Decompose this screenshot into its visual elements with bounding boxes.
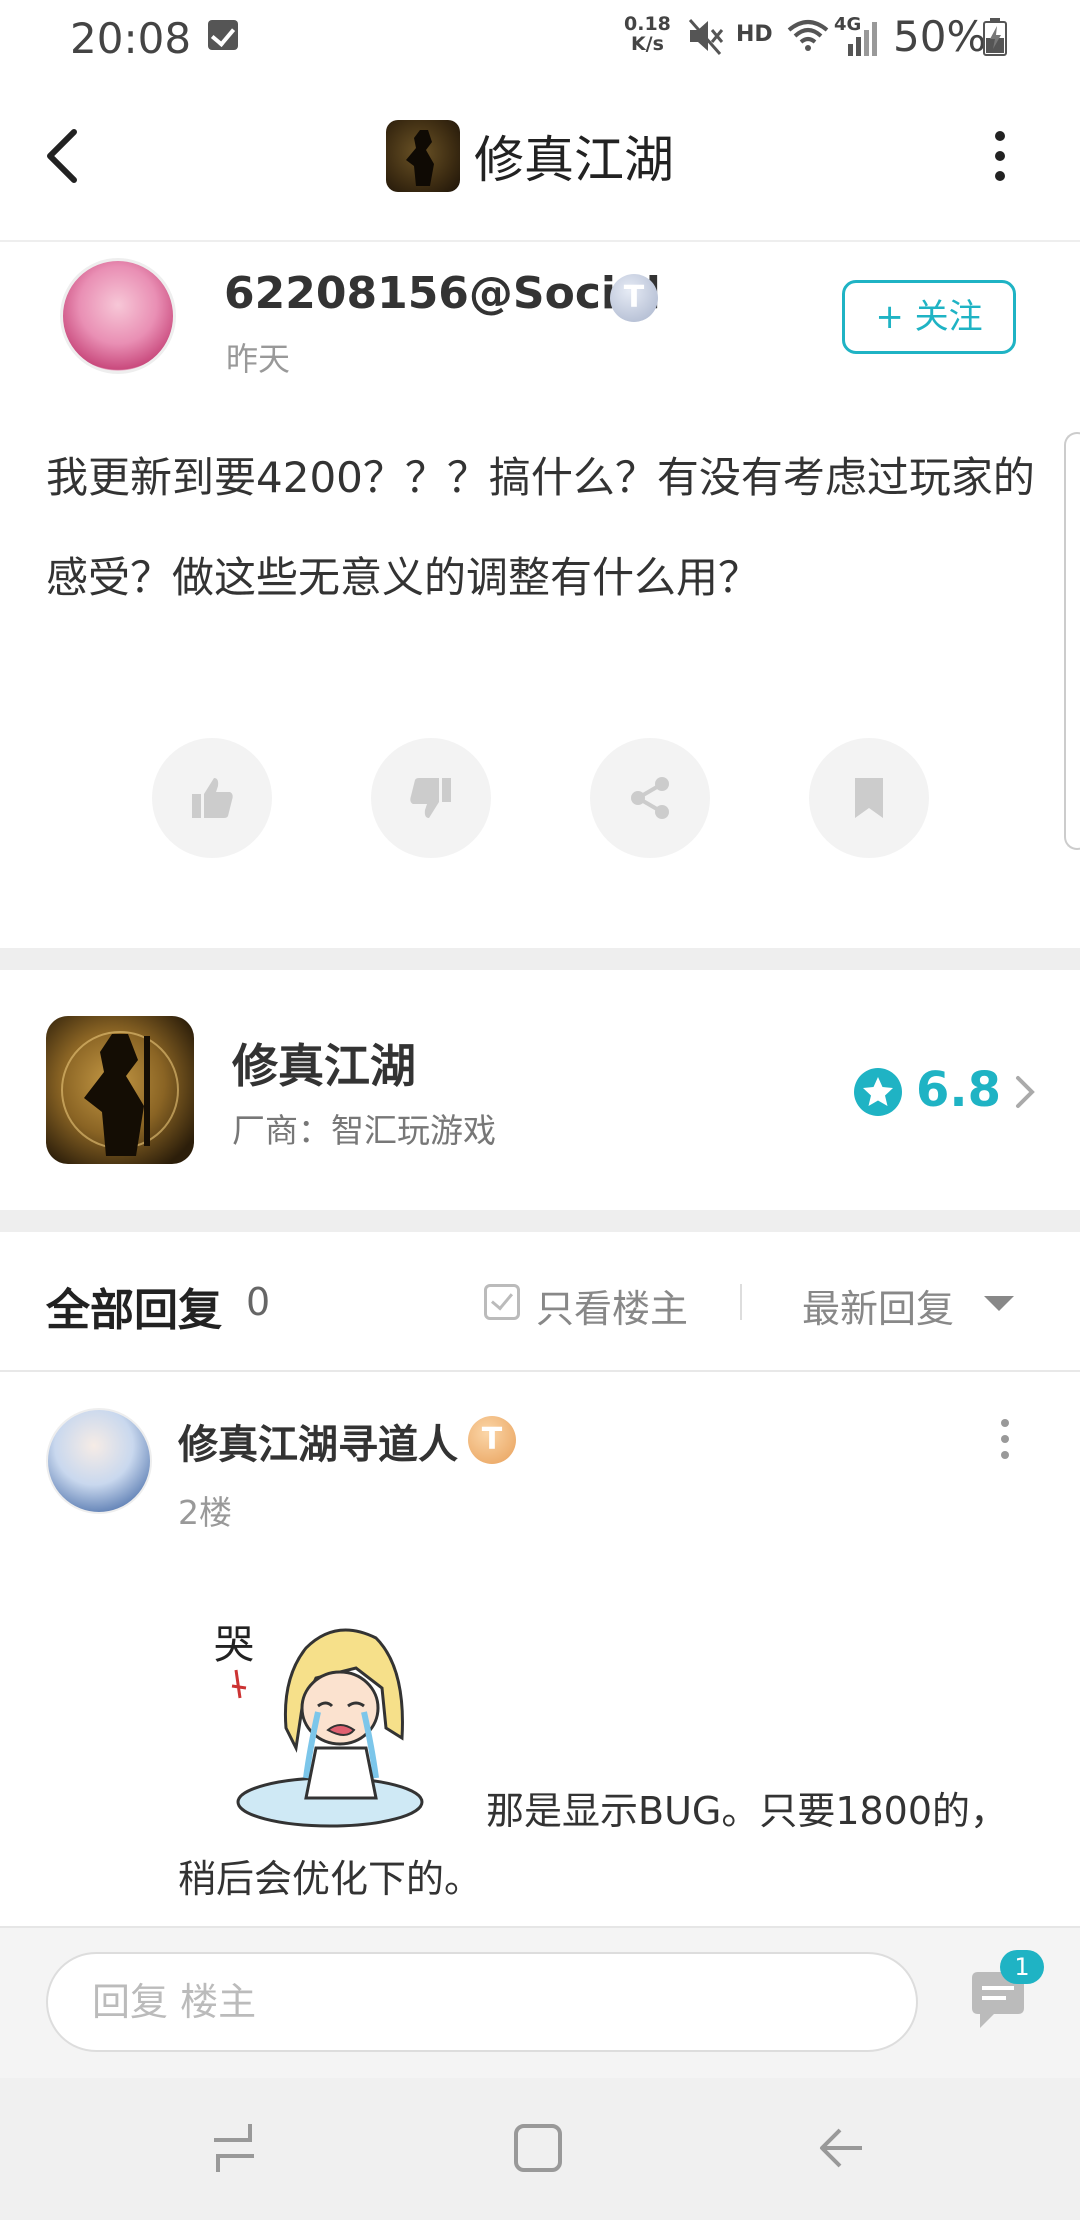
mute-icon <box>688 19 724 55</box>
share-button[interactable] <box>590 738 710 858</box>
notification-check-icon <box>208 20 238 50</box>
sticker-cry-glyph: 哭 <box>214 1622 254 1668</box>
game-name: 修真江湖 <box>232 1039 416 1093</box>
home-icon[interactable] <box>508 2118 568 2178</box>
follow-button[interactable]: + 关注 <box>842 280 1016 354</box>
thumbs-down-icon <box>410 778 451 818</box>
comment-count-badge: 1 <box>1000 1950 1044 1984</box>
crying-girl-sticker-icon: 哭 <box>214 1622 424 1828</box>
bookmark-button[interactable] <box>809 738 929 858</box>
reply-text-line1: 那是显示BUG。只要1800的， <box>486 1789 1009 1833</box>
author-avatar[interactable] <box>60 258 176 374</box>
dislike-button[interactable] <box>371 738 491 858</box>
recent-apps-icon[interactable] <box>204 2118 264 2178</box>
chevron-right-icon <box>1016 1076 1035 1108</box>
replies-count: 0 <box>246 1280 271 1324</box>
reply-username[interactable]: 修真江湖寻道人 <box>178 1412 458 1470</box>
section-divider <box>0 948 1080 970</box>
back-nav-icon[interactable] <box>812 2118 872 2178</box>
filter-divider <box>740 1284 742 1320</box>
status-bar: 20:08 0.18 K/s HD 4G 50% <box>0 0 1080 72</box>
reply-floor: 2楼 <box>178 1493 232 1532</box>
reply-avatar[interactable] <box>46 1408 152 1514</box>
divider <box>0 1370 1080 1372</box>
post-time: 昨天 <box>226 340 291 378</box>
thumbs-up-icon <box>192 778 233 818</box>
only-owner-label[interactable]: 只看楼主 <box>536 1278 688 1333</box>
game-vendor: 厂商：智汇玩游戏 <box>232 1111 496 1150</box>
page-title: 修真江湖 <box>474 131 674 189</box>
sort-dropdown[interactable]: 最新回复 <box>802 1278 954 1333</box>
reply-text-line2: 稍后会优化下的。 <box>178 1857 483 1901</box>
wifi-icon <box>787 20 829 51</box>
bookmark-icon <box>855 778 883 818</box>
network-speed-value: 0.18 <box>624 13 671 35</box>
warrior-silhouette-icon <box>61 1031 179 1156</box>
battery-percent: 50% <box>893 12 987 61</box>
game-icon <box>46 1016 194 1164</box>
reply-input[interactable]: 回复 楼主 <box>46 1952 918 2052</box>
author-username[interactable]: 62208156@Social <box>224 268 661 319</box>
like-button[interactable] <box>152 738 272 858</box>
replies-title: 全部回复 <box>46 1285 222 1336</box>
status-time: 20:08 <box>70 14 192 63</box>
rating-star-icon <box>854 1068 902 1116</box>
network-speed: 0.18 K/s <box>624 14 671 54</box>
level-badge-icon: T <box>468 1416 516 1464</box>
signal-icon <box>848 22 877 56</box>
warrior-silhouette-icon <box>406 130 434 186</box>
game-rating: 6.8 <box>916 1062 1002 1118</box>
battery-charging-icon <box>983 18 1007 56</box>
caret-down-icon[interactable] <box>984 1296 1014 1311</box>
more-options-icon[interactable] <box>982 128 1018 184</box>
more-options-icon[interactable] <box>990 1416 1020 1462</box>
network-speed-unit: K/s <box>630 33 664 55</box>
scroll-indicator <box>1064 432 1080 850</box>
only-owner-checkbox[interactable] <box>484 1284 520 1320</box>
section-divider <box>0 1210 1080 1232</box>
level-badge-icon: T <box>610 274 658 322</box>
hd-indicator: HD <box>736 22 773 47</box>
share-icon <box>631 777 669 819</box>
post-content: 我更新到要4200？？？搞什么？有没有考虑过玩家的感受？做这些无意义的调整有什么… <box>46 453 1035 602</box>
back-arrow-icon[interactable] <box>30 110 100 200</box>
game-icon-small <box>386 120 460 192</box>
